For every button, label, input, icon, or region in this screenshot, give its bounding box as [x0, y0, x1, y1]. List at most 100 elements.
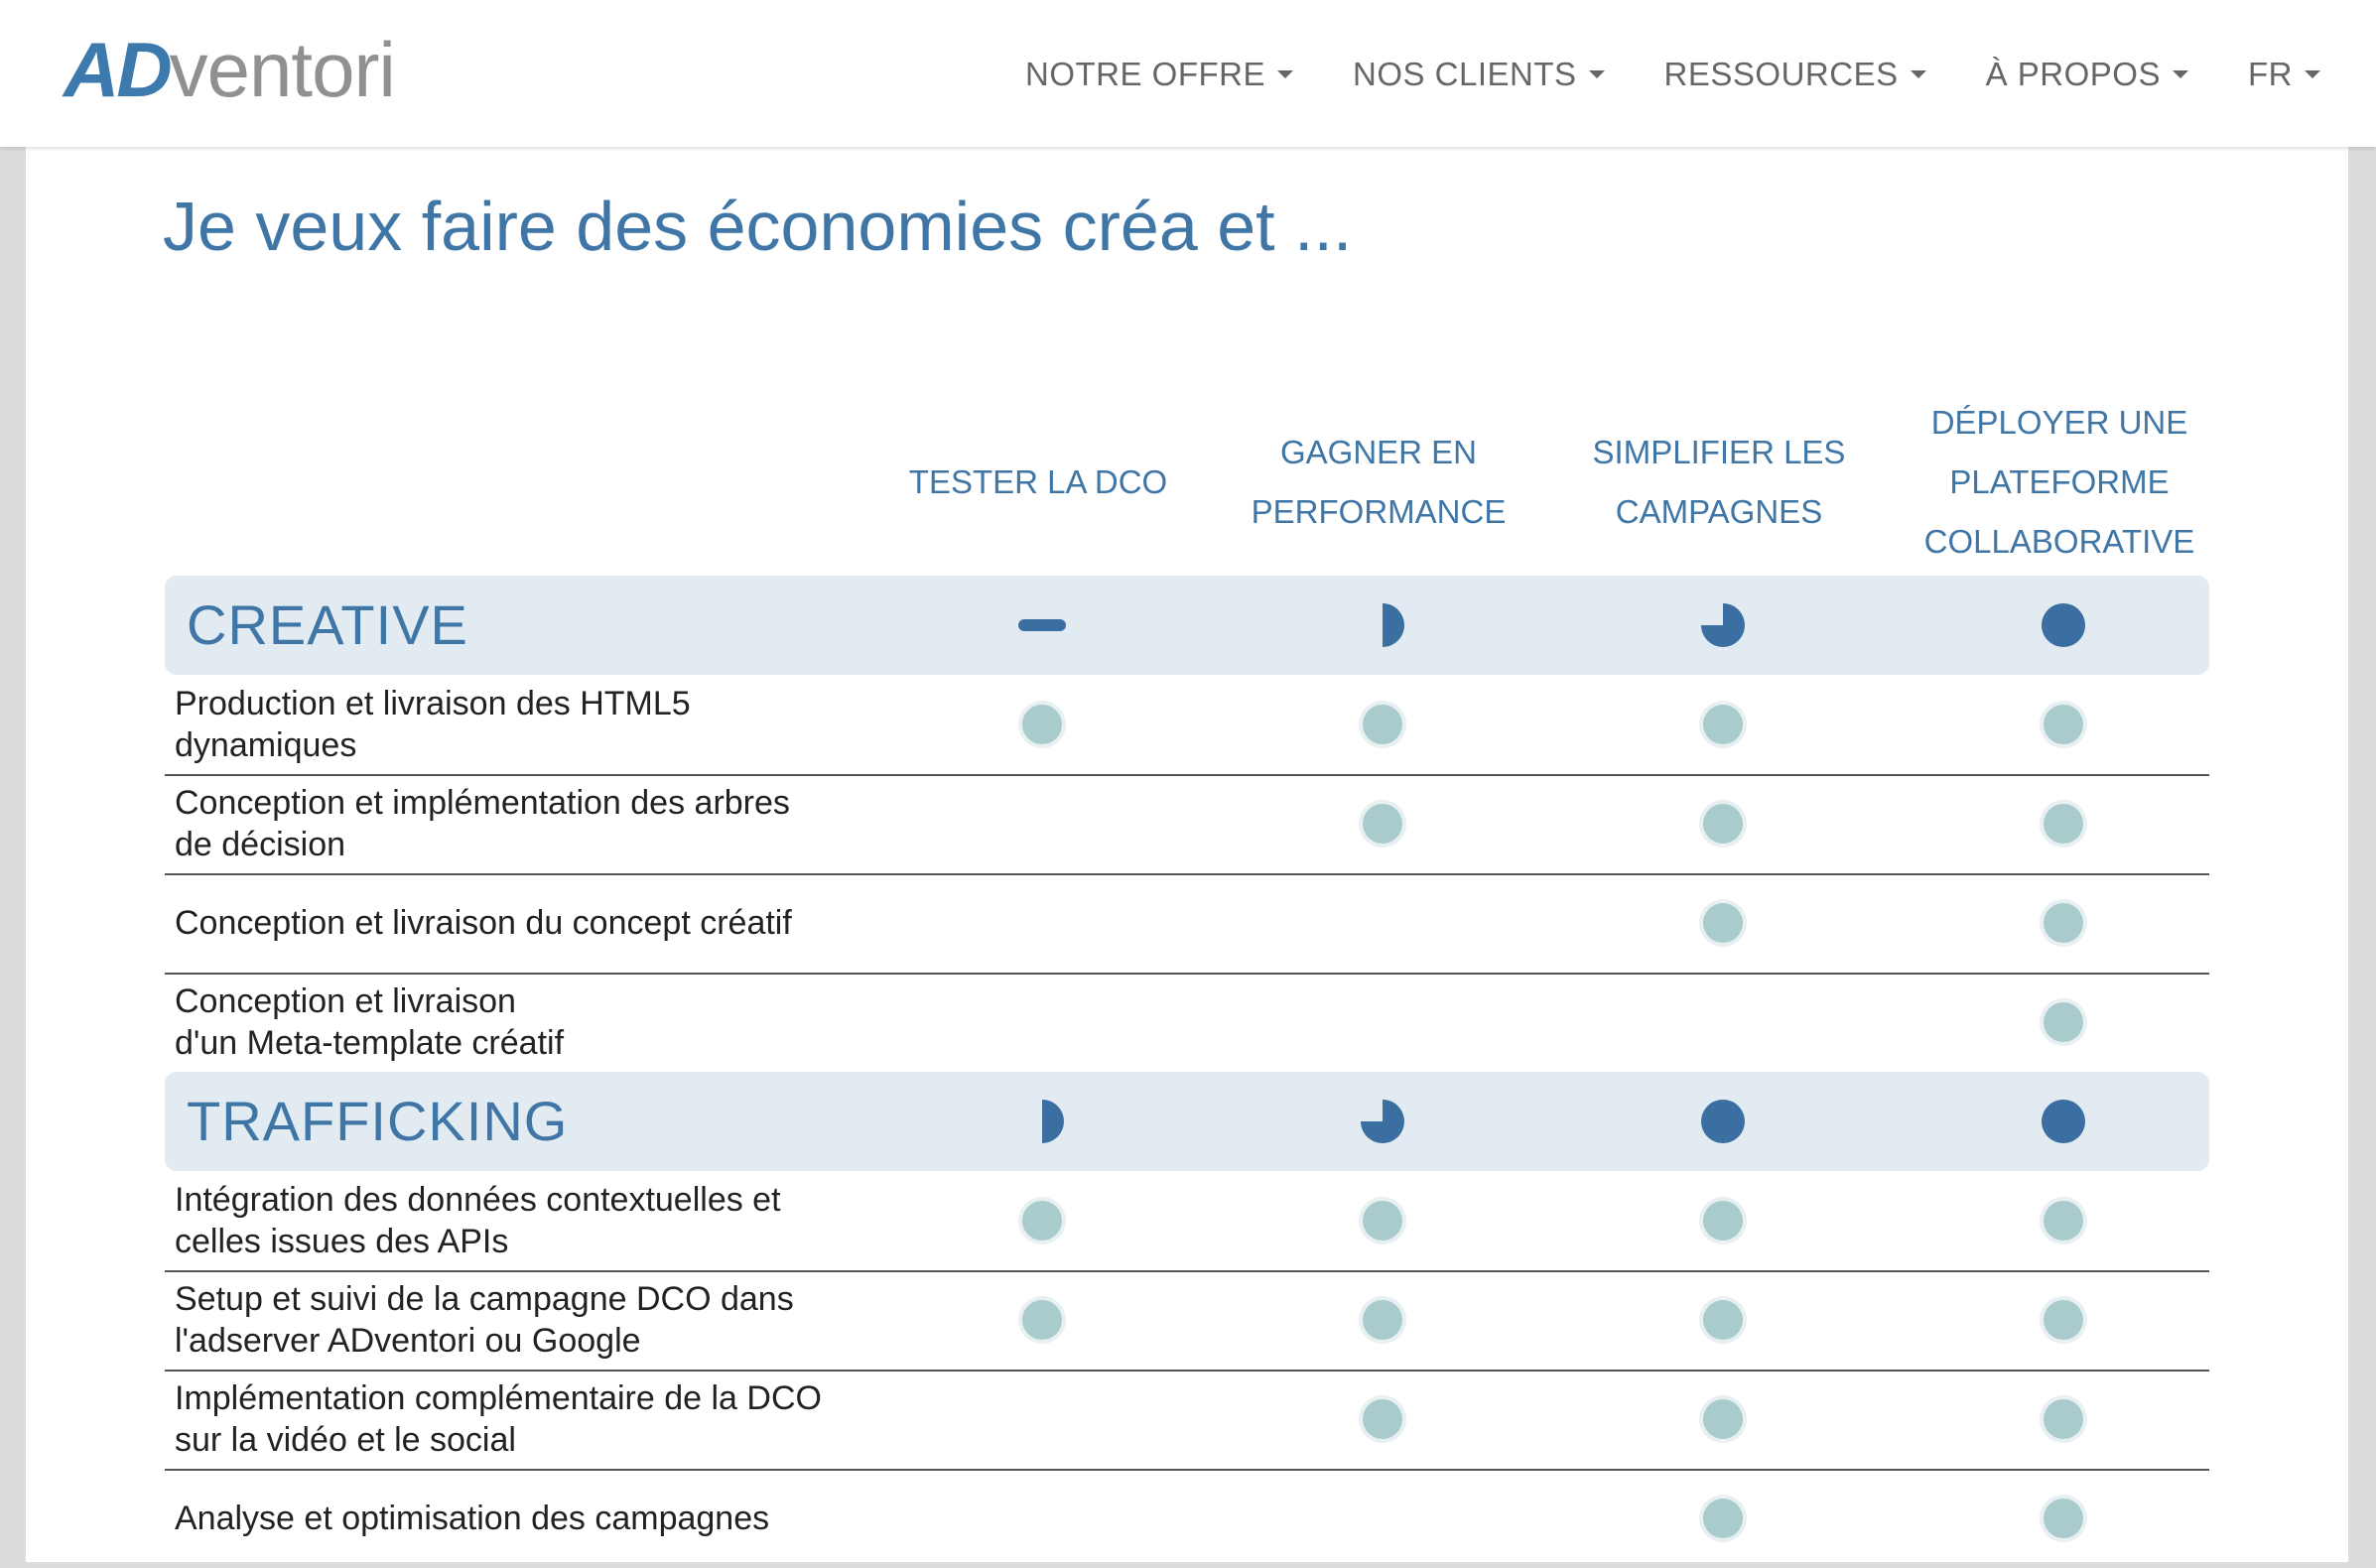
check-cell [1353, 873, 1412, 973]
check-cell [1012, 873, 1072, 973]
check-cell [2034, 1469, 2093, 1568]
level-cell [1693, 576, 1753, 675]
level-full-icon [2042, 603, 2085, 647]
check-cell [2034, 675, 2093, 774]
check-cell [1012, 774, 1072, 873]
nav-ressources[interactable]: RESSOURCES [1664, 56, 1926, 93]
level-none-icon [1018, 619, 1066, 631]
nav-nos-clients[interactable]: NOS CLIENTS [1353, 56, 1605, 93]
section-band-trafficking: TRAFFICKING [165, 1072, 2209, 1171]
included-dot-icon [1703, 705, 1743, 744]
included-dot-icon [2044, 705, 2083, 744]
check-cell [1693, 1469, 1753, 1568]
table-row: Setup et suivi de la campagne DCO dans l… [165, 1270, 2209, 1372]
check-cell [1693, 1171, 1753, 1270]
nav-language[interactable]: FR [2248, 56, 2320, 93]
check-cell [1353, 774, 1412, 873]
row-label: Production et livraison des HTML5 dynami… [175, 685, 691, 764]
caret-down-icon [1277, 70, 1293, 78]
check-cell [2034, 973, 2093, 1072]
included-dot-icon [2044, 804, 2083, 844]
check-cell [2034, 873, 2093, 973]
check-cell [1693, 675, 1753, 774]
level-full-icon [2042, 1100, 2085, 1143]
column-header-performance: GAGNER EN PERFORMANCE [1251, 434, 1507, 530]
check-cell [1353, 1270, 1412, 1370]
check-cell [1693, 1370, 1753, 1469]
caret-down-icon [2173, 70, 2188, 78]
level-cell [1353, 576, 1412, 675]
check-cell [1353, 675, 1412, 774]
level-partial-icon [1042, 1100, 1064, 1143]
navbar: ADventori NOTRE OFFRE NOS CLIENTS RESSOU… [0, 0, 2376, 147]
main-content: Je veux faire des économies créa et ... … [26, 147, 2348, 1562]
check-cell [1012, 675, 1072, 774]
level-cell [1353, 1072, 1412, 1171]
level-cell [1012, 576, 1072, 675]
check-cell [2034, 774, 2093, 873]
nav-label: NOTRE OFFRE [1025, 56, 1265, 92]
level-cell [2034, 1072, 2093, 1171]
included-dot-icon [1363, 804, 1402, 844]
caret-down-icon [2305, 70, 2320, 78]
check-cell [1353, 1370, 1412, 1469]
included-dot-icon [1703, 1399, 1743, 1439]
nav-label: FR [2248, 56, 2293, 92]
included-dot-icon [2044, 1300, 2083, 1340]
included-dot-icon [1363, 705, 1402, 744]
row-label: Conception et implémentation des arbres … [175, 784, 790, 863]
table-row: Conception et implémentation des arbres … [165, 774, 2209, 875]
table-row: Production et livraison des HTML5 dynami… [165, 675, 2209, 776]
check-cell [1693, 973, 1753, 1072]
table-row: Analyse et optimisation des campagnes [165, 1469, 2209, 1568]
row-label: Intégration des données contextuelles et… [175, 1181, 781, 1260]
included-dot-icon [1703, 1201, 1743, 1241]
included-dot-icon [1703, 1499, 1743, 1538]
row-label: Conception et livraison du concept créat… [175, 904, 792, 942]
level-partial-icon [1361, 1100, 1404, 1143]
section-band-creative: CREATIVE [165, 576, 2209, 675]
included-dot-icon [1703, 1300, 1743, 1340]
level-cell [1012, 1072, 1072, 1171]
level-cell [2034, 576, 2093, 675]
included-dot-icon [1703, 903, 1743, 943]
check-cell [1012, 1171, 1072, 1270]
row-label: Conception et livraison d'un Meta-templa… [175, 982, 565, 1062]
check-cell [1353, 973, 1412, 1072]
column-header-tester: TESTER LA DCO [908, 463, 1168, 500]
caret-down-icon [1910, 70, 1926, 78]
nav-label: À PROPOS [1985, 56, 2161, 92]
included-dot-icon [2044, 1201, 2083, 1241]
check-cell [1353, 1171, 1412, 1270]
included-dot-icon [2044, 1002, 2083, 1042]
nav-label: RESSOURCES [1663, 56, 1899, 92]
table-row: Implémentation complémentaire de la DCO … [165, 1370, 2209, 1471]
included-dot-icon [1022, 1201, 1062, 1241]
logo-part-ad: AD [64, 26, 173, 113]
level-full-icon [1701, 1100, 1745, 1143]
included-dot-icon [1022, 1300, 1062, 1340]
included-dot-icon [2044, 903, 2083, 943]
level-partial-icon [1383, 603, 1404, 647]
nav-label: NOS CLIENTS [1353, 56, 1577, 92]
row-label: Implémentation complémentaire de la DCO … [175, 1379, 822, 1459]
adventori-logo[interactable]: ADventori [64, 26, 396, 113]
check-cell [1012, 1370, 1072, 1469]
caret-down-icon [1588, 70, 1605, 78]
nav-a-propos[interactable]: À PROPOS [1986, 56, 2188, 93]
check-cell [1693, 873, 1753, 973]
table-row: Conception et livraison du concept créat… [165, 873, 2209, 975]
check-cell [1693, 1270, 1753, 1370]
check-cell [1693, 774, 1753, 873]
included-dot-icon [2044, 1499, 2083, 1538]
row-label: Analyse et optimisation des campagnes [175, 1500, 770, 1537]
column-header-deployer: DÉPLOYER UNE PLATEFORME COLLABORATIVE [1923, 404, 2195, 560]
included-dot-icon [1363, 1201, 1402, 1241]
level-partial-icon [1701, 603, 1745, 647]
check-cell [1012, 1270, 1072, 1370]
table-row: Conception et livraison d'un Meta-templa… [165, 973, 2209, 1072]
logo-part-ventori: ventori [169, 26, 396, 113]
page-title: Je veux faire des économies créa et ... [163, 188, 1353, 265]
nav-notre-offre[interactable]: NOTRE OFFRE [1025, 56, 1293, 93]
included-dot-icon [1022, 705, 1062, 744]
